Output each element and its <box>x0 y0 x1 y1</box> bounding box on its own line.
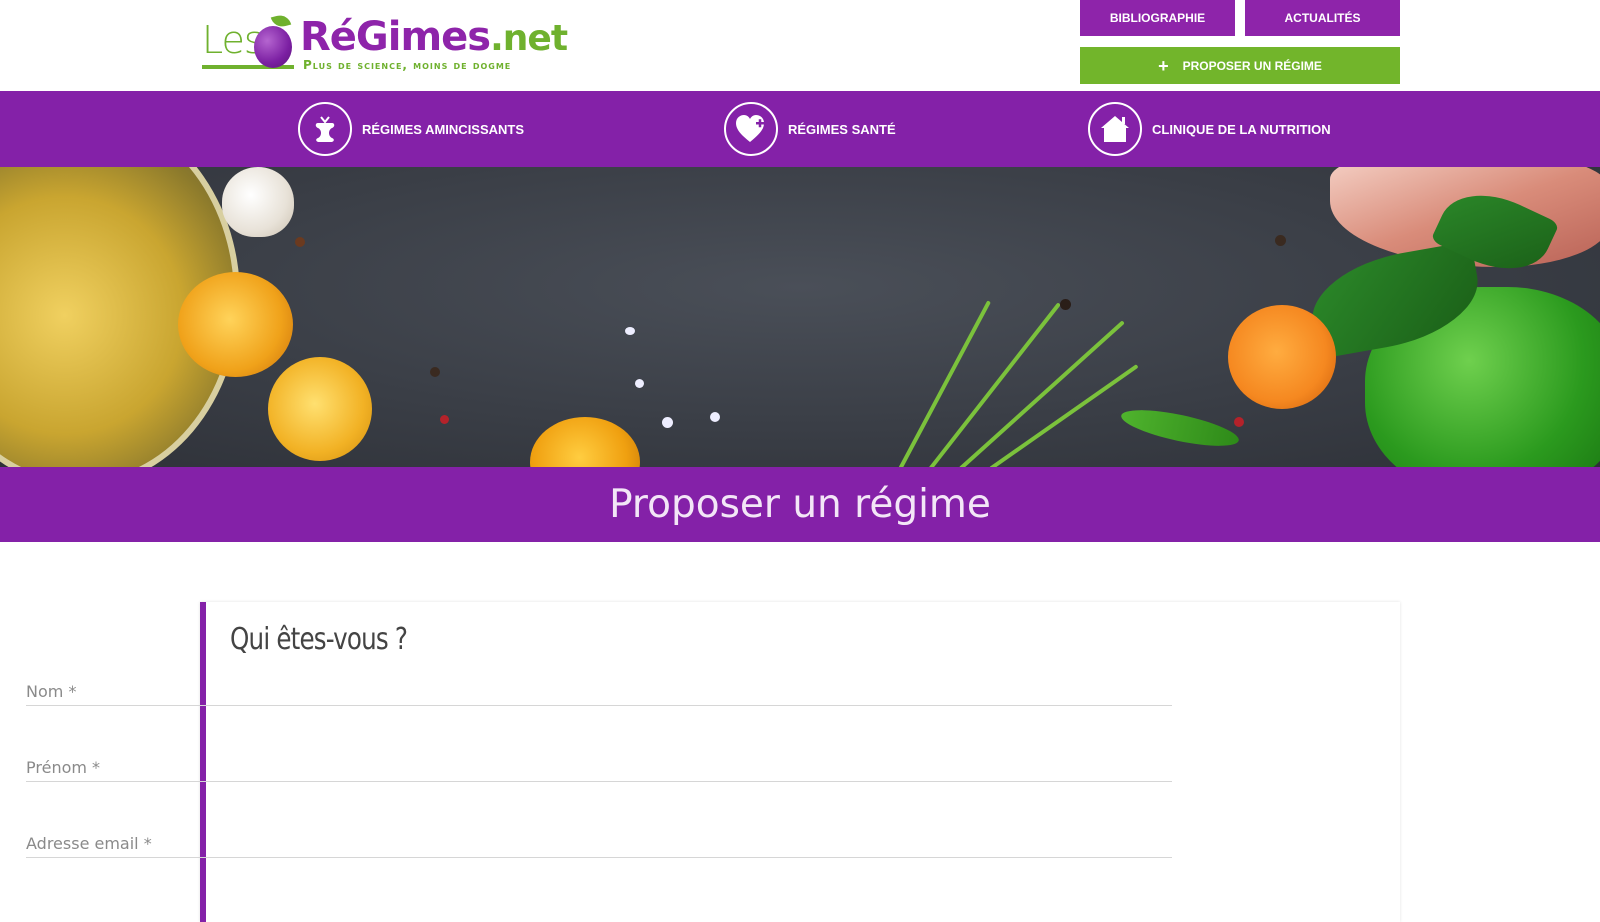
salt-crystal <box>625 327 635 335</box>
nav-icon-circle <box>1088 102 1142 156</box>
nav-label: Régimes santé <box>788 121 896 137</box>
site-header: Les RéGimes.net Plus de science, moins d… <box>0 0 1600 91</box>
nav-icon-circle <box>724 102 778 156</box>
prenom-input[interactable] <box>26 752 1172 781</box>
nav-icon-circle <box>298 102 352 156</box>
apple-core-icon <box>315 116 335 142</box>
peppercorn <box>1234 417 1244 427</box>
cherry-tomato <box>268 357 372 461</box>
nav-item-clinique-nutrition[interactable]: Clinique de la nutrition <box>1088 102 1331 156</box>
cherry-tomato <box>1228 305 1336 409</box>
logo-brand: RéGimes.net <box>300 14 568 60</box>
bibliographie-button[interactable]: Bibliographie <box>1080 0 1235 36</box>
prenom-field[interactable]: Prénom * <box>26 752 1172 782</box>
house-icon <box>1101 116 1129 142</box>
peppercorn <box>295 237 305 247</box>
nav-label: Clinique de la nutrition <box>1152 121 1331 137</box>
salt-crystal <box>662 417 673 428</box>
peppercorn <box>1060 299 1071 310</box>
peppercorn <box>1275 235 1286 246</box>
email-input[interactable] <box>26 828 1172 857</box>
plum-icon <box>254 26 292 68</box>
logo-brand-text: RéGimes <box>300 14 491 60</box>
propose-regime-button[interactable]: + Proposer un régime <box>1080 47 1400 84</box>
cherry-tomato <box>178 272 293 377</box>
propose-regime-label: Proposer un régime <box>1182 58 1322 73</box>
garlic-clove <box>222 167 294 237</box>
nom-input[interactable] <box>26 676 1172 705</box>
actualites-button[interactable]: Actualités <box>1245 0 1400 36</box>
hero-banner-image <box>0 167 1600 467</box>
page-title: Proposer un régime <box>609 482 991 527</box>
page-title-bar: Proposer un régime <box>0 467 1600 542</box>
logo-tld: .net <box>490 18 568 59</box>
nom-field[interactable]: Nom * <box>26 676 1172 706</box>
form-section-title: Qui êtes-vous ? <box>230 622 408 657</box>
peppercorn <box>430 367 440 377</box>
logo-tagline: Plus de science, moins de dogme <box>303 58 512 72</box>
nav-label: Régimes amincissants <box>362 121 525 137</box>
peppercorn <box>440 415 449 424</box>
salt-crystal <box>635 379 644 388</box>
nav-item-regimes-sante[interactable]: Régimes santé <box>724 102 896 156</box>
logo-les: Les <box>202 18 264 62</box>
site-logo[interactable]: Les RéGimes.net Plus de science, moins d… <box>202 12 568 78</box>
salt-crystal <box>710 412 720 422</box>
heart-plus-icon <box>736 115 764 142</box>
email-field[interactable]: Adresse email * <box>26 828 1172 858</box>
plus-icon: + <box>1158 55 1169 76</box>
nav-item-regimes-amincissants[interactable]: Régimes amincissants <box>298 102 524 156</box>
main-nav: Régimes amincissants Régimes santé Clini… <box>0 91 1600 167</box>
